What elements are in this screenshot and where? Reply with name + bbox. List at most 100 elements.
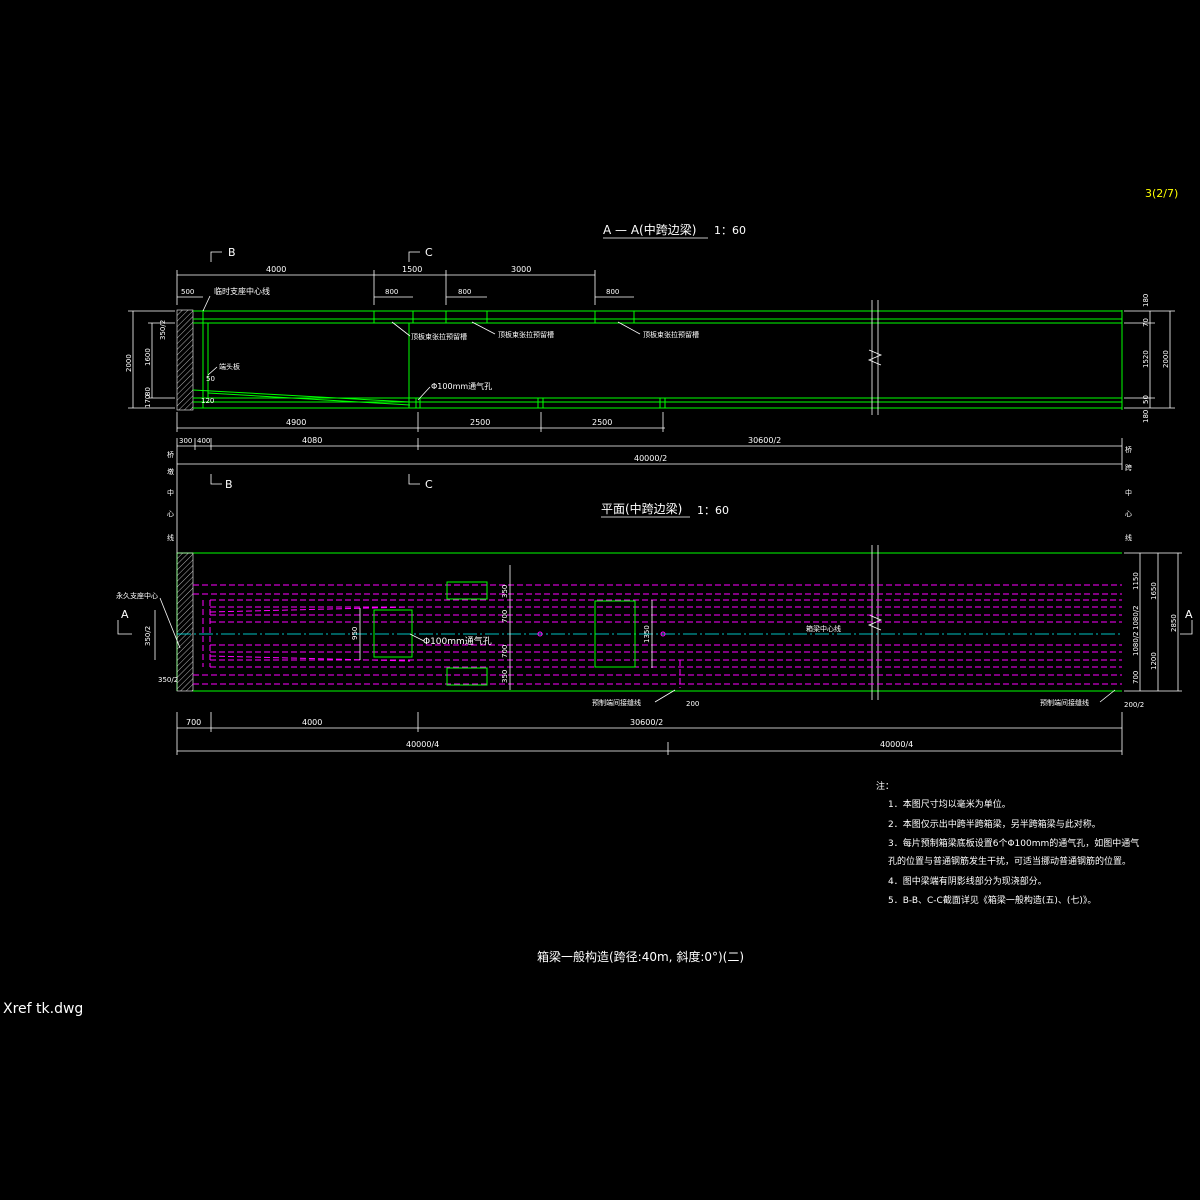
elevation-right-dimensions: 180 70 1520 2000 50 180 [1124, 294, 1175, 423]
plan-title: 平面(中跨边梁) [601, 501, 682, 516]
label-support-centerline: 临时支座中心线 [214, 286, 270, 296]
svg-text:500: 500 [181, 288, 194, 296]
elevation-bottom-dimensions: 4900 2500 2500 300 400 4080 30600/2 4000… [176, 412, 1123, 555]
note-1: 1．本图尺寸均以毫米为单位。 [888, 798, 1011, 810]
elevation-total-length: 40000/2 [634, 454, 667, 463]
elevation-top-dimensions: 4000 1500 3000 500 800 800 800 [176, 265, 634, 305]
svg-text:1200: 1200 [1150, 652, 1158, 670]
svg-text:350/2: 350/2 [144, 626, 152, 646]
label-end-diaphragm: 端头板 [219, 362, 240, 371]
note-3: 3．每片预制箱梁底板设置6个Φ100mm的通气孔，如图中通气 [888, 837, 1139, 849]
svg-text:180: 180 [1142, 410, 1150, 423]
svg-text:2000: 2000 [125, 354, 133, 372]
label-top-notch-1: 顶板束张拉预留槽 [411, 332, 467, 341]
svg-text:心: 心 [1125, 510, 1132, 518]
svg-text:30600/2: 30600/2 [748, 436, 781, 445]
svg-text:350/2: 350/2 [158, 676, 178, 684]
svg-text:2000: 2000 [1162, 350, 1170, 368]
svg-text:350: 350 [501, 585, 509, 598]
svg-text:线: 线 [167, 533, 174, 542]
svg-text:中: 中 [1125, 488, 1132, 497]
svg-text:中: 中 [167, 488, 174, 497]
svg-text:桥: 桥 [1125, 445, 1132, 454]
svg-text:400: 400 [197, 437, 210, 445]
sheet-number: 3(2/7) [1145, 187, 1178, 200]
section-mark-c-top: C [408, 246, 433, 262]
label-top-notch-3: 顶板束张拉预留槽 [643, 330, 699, 339]
svg-text:A: A [121, 608, 129, 621]
svg-text:950: 950 [351, 627, 359, 640]
section-mark-b-bottom: B [210, 474, 233, 491]
pier-centerline-label: 桥 墩 中 心 线 [167, 450, 174, 542]
label-beam-centerline: 箱梁中心线 [806, 624, 841, 633]
svg-text:1150: 1150 [1132, 572, 1140, 590]
section-mark-b-top: B [210, 246, 236, 262]
svg-text:2850: 2850 [1170, 614, 1178, 632]
svg-text:200: 200 [686, 700, 699, 708]
svg-text:心: 心 [167, 510, 174, 518]
label-precast-joint-1: 预制端间接缝线 [592, 698, 641, 707]
label-precast-joint-2: 预制端间接缝线 [1040, 698, 1089, 707]
svg-text:40000/4: 40000/4 [406, 740, 439, 749]
span-centerline-label: 桥 跨 中 心 线 [1125, 445, 1132, 542]
plan-bottom-dimensions: 700 4000 30600/2 40000/4 40000/4 [176, 712, 1123, 755]
label-vent-hole-plan: Φ100mm通气孔 [423, 635, 492, 647]
label-vent-hole-elevation: Φ100mm通气孔 [431, 381, 492, 391]
svg-text:2500: 2500 [470, 418, 490, 427]
svg-text:4900: 4900 [286, 418, 306, 427]
svg-text:80: 80 [144, 387, 152, 396]
svg-text:2500: 2500 [592, 418, 612, 427]
svg-text:800: 800 [458, 288, 471, 296]
svg-text:1520: 1520 [1142, 350, 1150, 368]
svg-text:30600/2: 30600/2 [630, 718, 663, 727]
section-mark-c-bottom: C [408, 474, 433, 491]
svg-text:1080/2: 1080/2 [1132, 631, 1140, 656]
note-5: 5．B-B、C-C截面详见《箱梁一般构造(五)、(七)》。 [888, 894, 1096, 906]
svg-text:700: 700 [186, 718, 201, 727]
svg-text:1080/2: 1080/2 [1132, 605, 1140, 630]
svg-text:B: B [228, 246, 236, 259]
note-4: 4．图中梁端有阴影线部分为现浇部分。 [888, 875, 1047, 887]
plan-left-dimensions: A 350/2 350/2 [117, 608, 178, 684]
svg-text:桥: 桥 [167, 450, 174, 459]
svg-text:700: 700 [501, 645, 509, 658]
section-aa-title: A — A(中跨边梁) [603, 222, 696, 237]
svg-text:50: 50 [206, 375, 215, 383]
svg-text:350/2: 350/2 [159, 320, 167, 340]
svg-text:3000: 3000 [511, 265, 531, 274]
svg-text:跨: 跨 [1125, 463, 1132, 472]
svg-text:4000: 4000 [302, 718, 322, 727]
svg-text:4080: 4080 [302, 436, 322, 445]
svg-text:700: 700 [501, 610, 509, 623]
label-top-notch-2: 顶板束张拉预留槽 [498, 330, 554, 339]
drawing-canvas: 3(2/7) A — A(中跨边梁) 1：60 B C 4000 1500 30… [116, 187, 1193, 964]
svg-text:200/2: 200/2 [1124, 701, 1144, 709]
svg-text:40000/4: 40000/4 [880, 740, 913, 749]
svg-text:4000: 4000 [266, 265, 286, 274]
svg-text:线: 线 [1125, 533, 1132, 542]
svg-text:180: 180 [1142, 294, 1150, 307]
plan-girder [176, 545, 1122, 700]
notes-heading: 注： [876, 780, 894, 792]
svg-text:70: 70 [1142, 318, 1150, 327]
plan-inner-dimensions: 950 350 700 700 350 1350 200 [351, 565, 699, 708]
xref-label: Xref tk.dwg [3, 1001, 84, 1017]
svg-text:800: 800 [606, 288, 619, 296]
elevation-left-dimensions: 2000 1600 350/2 120 170 80 50 [125, 310, 215, 409]
svg-text:A: A [1185, 608, 1193, 621]
svg-text:1500: 1500 [402, 265, 422, 274]
svg-text:700: 700 [1132, 671, 1140, 684]
svg-text:B: B [225, 478, 233, 491]
svg-text:300: 300 [179, 437, 192, 445]
plan-scale: 1：60 [697, 504, 729, 517]
elevation-girder [176, 300, 1123, 415]
svg-text:800: 800 [385, 288, 398, 296]
plan-right-dimensions: A 1150 1650 1080/2 1080/2 2850 1200 700 … [1124, 552, 1193, 709]
svg-text:1350: 1350 [643, 625, 651, 643]
svg-text:1650: 1650 [1150, 582, 1158, 600]
note-2: 2．本图仅示出中跨半跨箱梁，另半跨箱梁与此对称。 [888, 818, 1101, 830]
section-aa-scale: 1：60 [714, 224, 746, 237]
notes: 注： 1．本图尺寸均以毫米为单位。 2．本图仅示出中跨半跨箱梁，另半跨箱梁与此对… [876, 780, 1139, 906]
svg-text:C: C [425, 478, 433, 491]
svg-text:50: 50 [1142, 395, 1150, 404]
